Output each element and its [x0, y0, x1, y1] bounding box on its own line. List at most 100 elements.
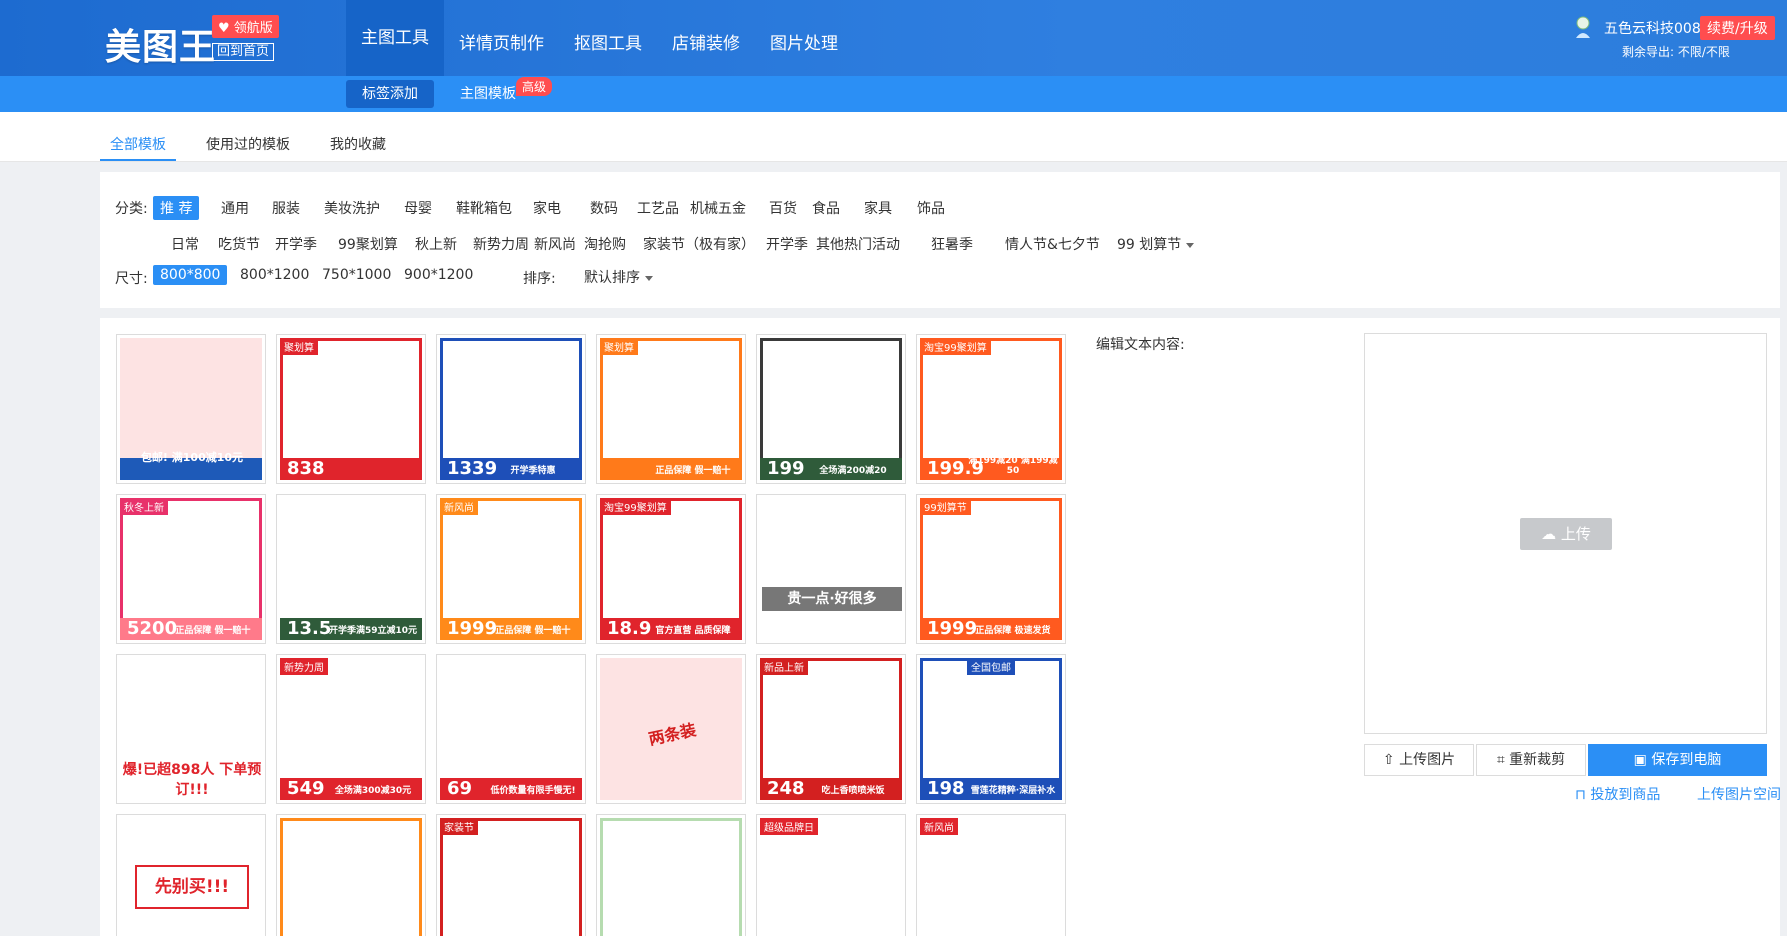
template-card[interactable]: 淘宝99聚划算 199.9 满199减20 满199减50: [916, 334, 1066, 484]
template-card[interactable]: 199 全场满200减20: [756, 334, 906, 484]
subnav-tag-add[interactable]: 标签添加: [346, 80, 434, 108]
template-card[interactable]: 聚划算 838: [276, 334, 426, 484]
topic-chip-7[interactable]: 淘抢购: [577, 232, 633, 256]
template-tabs: 全部模板 使用过的模板 我的收藏: [0, 112, 1787, 162]
template-card[interactable]: 新风尚 1999 正品保障 假一赔十: [436, 494, 586, 644]
template-text: 包邮! 满100减10元: [140, 451, 244, 464]
size-label: 尺寸:: [115, 271, 148, 287]
template-card[interactable]: 秋冬上新 5200 正品保障 假一赔十: [116, 494, 266, 644]
topic-chip-4[interactable]: 秋上新: [408, 232, 464, 256]
template-text: 全场满200减20: [819, 466, 887, 476]
template-tag: 全国包邮: [967, 658, 1015, 675]
save-icon: ▣: [1633, 752, 1652, 768]
template-text: 贵一点·好很多: [762, 587, 902, 611]
category-chip-4[interactable]: 母婴: [397, 196, 439, 220]
home-link[interactable]: 回到首页: [212, 43, 275, 61]
template-card[interactable]: [276, 814, 426, 936]
nav-image-processing[interactable]: 图片处理: [755, 0, 853, 76]
topic-chip-12[interactable]: 情人节&七夕节: [998, 232, 1107, 256]
topic-chip-0[interactable]: 日常: [164, 232, 206, 256]
topic-chip-8[interactable]: 家装节（极有家）: [636, 232, 762, 256]
upload-icon: ⇧: [1382, 752, 1400, 768]
template-card[interactable]: 爆!已超898人 下单预订!!!: [116, 654, 266, 804]
template-price: 549: [287, 778, 325, 799]
template-card[interactable]: 包邮! 满100减10元: [116, 334, 266, 484]
nav-cutout-tools[interactable]: 抠图工具: [559, 0, 657, 76]
category-chip-8[interactable]: 工艺品: [630, 196, 686, 220]
topic-chip-9[interactable]: 开学季: [759, 232, 815, 256]
renew-button[interactable]: 续费/升级: [1700, 16, 1775, 40]
heart-icon: ♥: [218, 21, 234, 36]
topic-chip-5[interactable]: 新势力周: [466, 232, 536, 256]
category-chip-0[interactable]: 推 荐: [153, 196, 200, 220]
category-chip-5[interactable]: 鞋靴箱包: [449, 196, 519, 220]
template-card[interactable]: 淘宝99聚划算 18.9 官方直营 品质保障: [596, 494, 746, 644]
category-chip-9[interactable]: 机械五金: [683, 196, 753, 220]
tab-all-templates[interactable]: 全部模板: [110, 134, 166, 154]
logo[interactable]: 美图王: [105, 18, 216, 70]
template-card[interactable]: [596, 814, 746, 936]
category-label: 分类:: [115, 201, 148, 217]
size-chip-2[interactable]: 750*1000: [315, 265, 398, 285]
template-card[interactable]: 两条装: [596, 654, 746, 804]
category-chip-7[interactable]: 数码: [583, 196, 625, 220]
sort-select[interactable]: 默认排序: [577, 265, 660, 289]
category-chip-11[interactable]: 食品: [805, 196, 847, 220]
template-card[interactable]: 超级品牌日: [756, 814, 906, 936]
nav-detail-page[interactable]: 详情页制作: [444, 0, 559, 76]
template-text: 爆!已超898人 下单预订!!!: [122, 762, 262, 798]
topic-chip-13[interactable]: 99 划算节: [1110, 232, 1201, 256]
template-card[interactable]: 69 低价数量有限手慢无!: [436, 654, 586, 804]
topic-chip-2[interactable]: 开学季: [268, 232, 324, 256]
size-chip-1[interactable]: 800*1200: [233, 265, 316, 285]
template-text: 先别买!!!: [135, 865, 249, 909]
category-chip-2[interactable]: 服装: [265, 196, 307, 220]
size-chip-3[interactable]: 900*1200: [397, 265, 480, 285]
template-card[interactable]: 全国包邮 198 雪莲花精粹·深层补水: [916, 654, 1066, 804]
crop-icon: ⌗: [1496, 752, 1510, 768]
category-chip-13[interactable]: 饰品: [910, 196, 952, 220]
size-chip-0[interactable]: 800*800: [153, 265, 228, 285]
template-card[interactable]: 13.5 开学季满59立减10元: [276, 494, 426, 644]
main-nav: 主图工具 详情页制作 抠图工具 店铺装修 图片处理: [346, 0, 853, 76]
upload-image-button[interactable]: ⇧ 上传图片: [1364, 744, 1474, 776]
publish-to-product-link[interactable]: ⊓ 投放到商品: [1575, 784, 1660, 804]
upload-button[interactable]: ☁ 上传: [1520, 518, 1612, 550]
export-quota: 剩余导出: 不限/不限: [1622, 45, 1730, 59]
category-chip-12[interactable]: 家具: [857, 196, 899, 220]
template-frame: [440, 818, 582, 936]
category-chip-10[interactable]: 百货: [762, 196, 804, 220]
template-card[interactable]: 先别买!!!: [116, 814, 266, 936]
category-chip-1[interactable]: 通用: [214, 196, 256, 220]
template-card[interactable]: 新势力周 549 全场满300减30元: [276, 654, 426, 804]
template-price: 69: [447, 778, 473, 799]
template-card[interactable]: 贵一点·好很多: [756, 494, 906, 644]
template-card[interactable]: 99划算节 1999 正品保障 极速发货: [916, 494, 1066, 644]
upload-to-space-link[interactable]: 上传图片空间: [1697, 784, 1781, 804]
tab-favorites[interactable]: 我的收藏: [330, 134, 386, 154]
tab-used-templates[interactable]: 使用过的模板: [206, 134, 290, 154]
edit-text-label: 编辑文本内容:: [1096, 337, 1185, 353]
category-chip-6[interactable]: 家电: [526, 196, 568, 220]
template-tag: 超级品牌日: [760, 818, 818, 835]
template-card[interactable]: 聚划算 正品保障 假一赔十: [596, 334, 746, 484]
topic-chip-10[interactable]: 其他热门活动: [809, 232, 907, 256]
template-card[interactable]: 新品上新 248 吃上香喷喷米饭: [756, 654, 906, 804]
save-to-computer-button[interactable]: ▣ 保存到电脑: [1588, 744, 1767, 776]
user-avatar-icon[interactable]: [1574, 16, 1592, 40]
nav-store-decor[interactable]: 店铺装修: [657, 0, 755, 76]
topic-chip-1[interactable]: 吃货节: [211, 232, 267, 256]
nav-main-image-tools[interactable]: 主图工具: [346, 0, 444, 76]
template-card[interactable]: 1339 开学季特惠: [436, 334, 586, 484]
topic-chip-3[interactable]: 99聚划算: [331, 232, 405, 256]
recrop-button[interactable]: ⌗ 重新裁剪: [1476, 744, 1586, 776]
template-card[interactable]: 家装节: [436, 814, 586, 936]
sort-label: 排序:: [523, 271, 556, 287]
topic-chip-11[interactable]: 狂暑季: [924, 232, 980, 256]
chevron-down-icon: [645, 275, 653, 281]
image-preview-box: ☁ 上传: [1364, 333, 1767, 734]
category-chip-3[interactable]: 美妆洗护: [317, 196, 387, 220]
user-name[interactable]: 五色云科技008: [1604, 18, 1701, 38]
template-card[interactable]: 新风尚: [916, 814, 1066, 936]
topic-chip-6[interactable]: 新风尚: [527, 232, 583, 256]
